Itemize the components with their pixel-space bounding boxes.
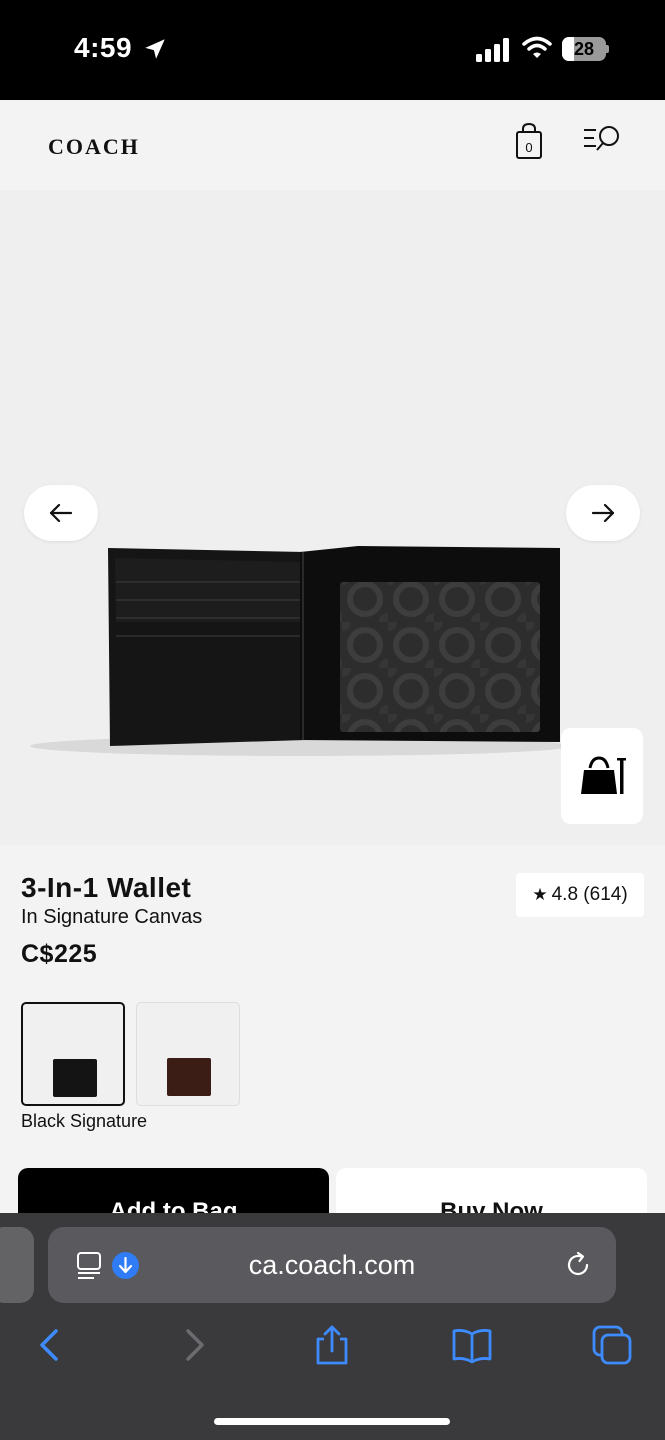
browser-toolbar: ca.coach.com bbox=[0, 1213, 665, 1440]
product-gallery[interactable] bbox=[0, 190, 665, 845]
status-time: 4:59 bbox=[74, 32, 133, 63]
battery-level: 28 bbox=[573, 39, 595, 59]
product-image-wallet bbox=[30, 546, 570, 756]
color-swatch-brown[interactable] bbox=[136, 1002, 240, 1106]
shopping-bag-icon[interactable]: 0 bbox=[512, 122, 546, 160]
tabs-icon[interactable] bbox=[592, 1325, 632, 1365]
status-bar: 4:59 28 bbox=[0, 0, 665, 100]
battery-icon: 28 bbox=[562, 37, 606, 61]
bag-count: 0 bbox=[525, 140, 532, 155]
arrow-left-icon bbox=[49, 503, 73, 523]
coach-logo[interactable]: COACH bbox=[48, 134, 140, 160]
product-title: 3-In-1 Wallet bbox=[21, 872, 192, 903]
back-icon[interactable] bbox=[32, 1325, 72, 1365]
battery-nub bbox=[606, 45, 609, 53]
forward-icon[interactable] bbox=[174, 1325, 214, 1365]
product-subtitle: In Signature Canvas bbox=[21, 906, 203, 928]
product-price: C$225 bbox=[21, 940, 98, 968]
reload-icon[interactable] bbox=[564, 1251, 592, 1279]
quick-add-bag-icon bbox=[581, 756, 626, 794]
signal-icon bbox=[476, 38, 509, 62]
previous-tab-peek[interactable] bbox=[0, 1227, 34, 1303]
rating-value: 4.8 bbox=[551, 884, 579, 905]
swatch-thumbnail bbox=[167, 1058, 211, 1096]
quick-add-bag-button[interactable] bbox=[561, 728, 643, 824]
home-indicator bbox=[214, 1418, 450, 1425]
bookmarks-icon[interactable] bbox=[452, 1325, 492, 1365]
wifi-icon bbox=[522, 36, 552, 58]
site-header: COACH 0 bbox=[0, 100, 665, 190]
color-swatch-black[interactable] bbox=[21, 1002, 125, 1106]
rating-badge[interactable]: ★ 4.8 (614) bbox=[516, 873, 644, 917]
url-text[interactable]: ca.coach.com bbox=[48, 1227, 616, 1303]
swatch-thumbnail bbox=[53, 1059, 97, 1097]
arrow-right-icon bbox=[591, 503, 615, 523]
selected-color-label: Black Signature bbox=[21, 1111, 148, 1131]
address-bar[interactable]: ca.coach.com bbox=[48, 1227, 616, 1303]
star-icon: ★ bbox=[532, 885, 548, 904]
location-arrow-icon bbox=[145, 39, 165, 59]
share-icon[interactable] bbox=[312, 1325, 352, 1365]
menu-search-icon[interactable] bbox=[582, 124, 624, 156]
review-count: (614) bbox=[583, 884, 628, 905]
